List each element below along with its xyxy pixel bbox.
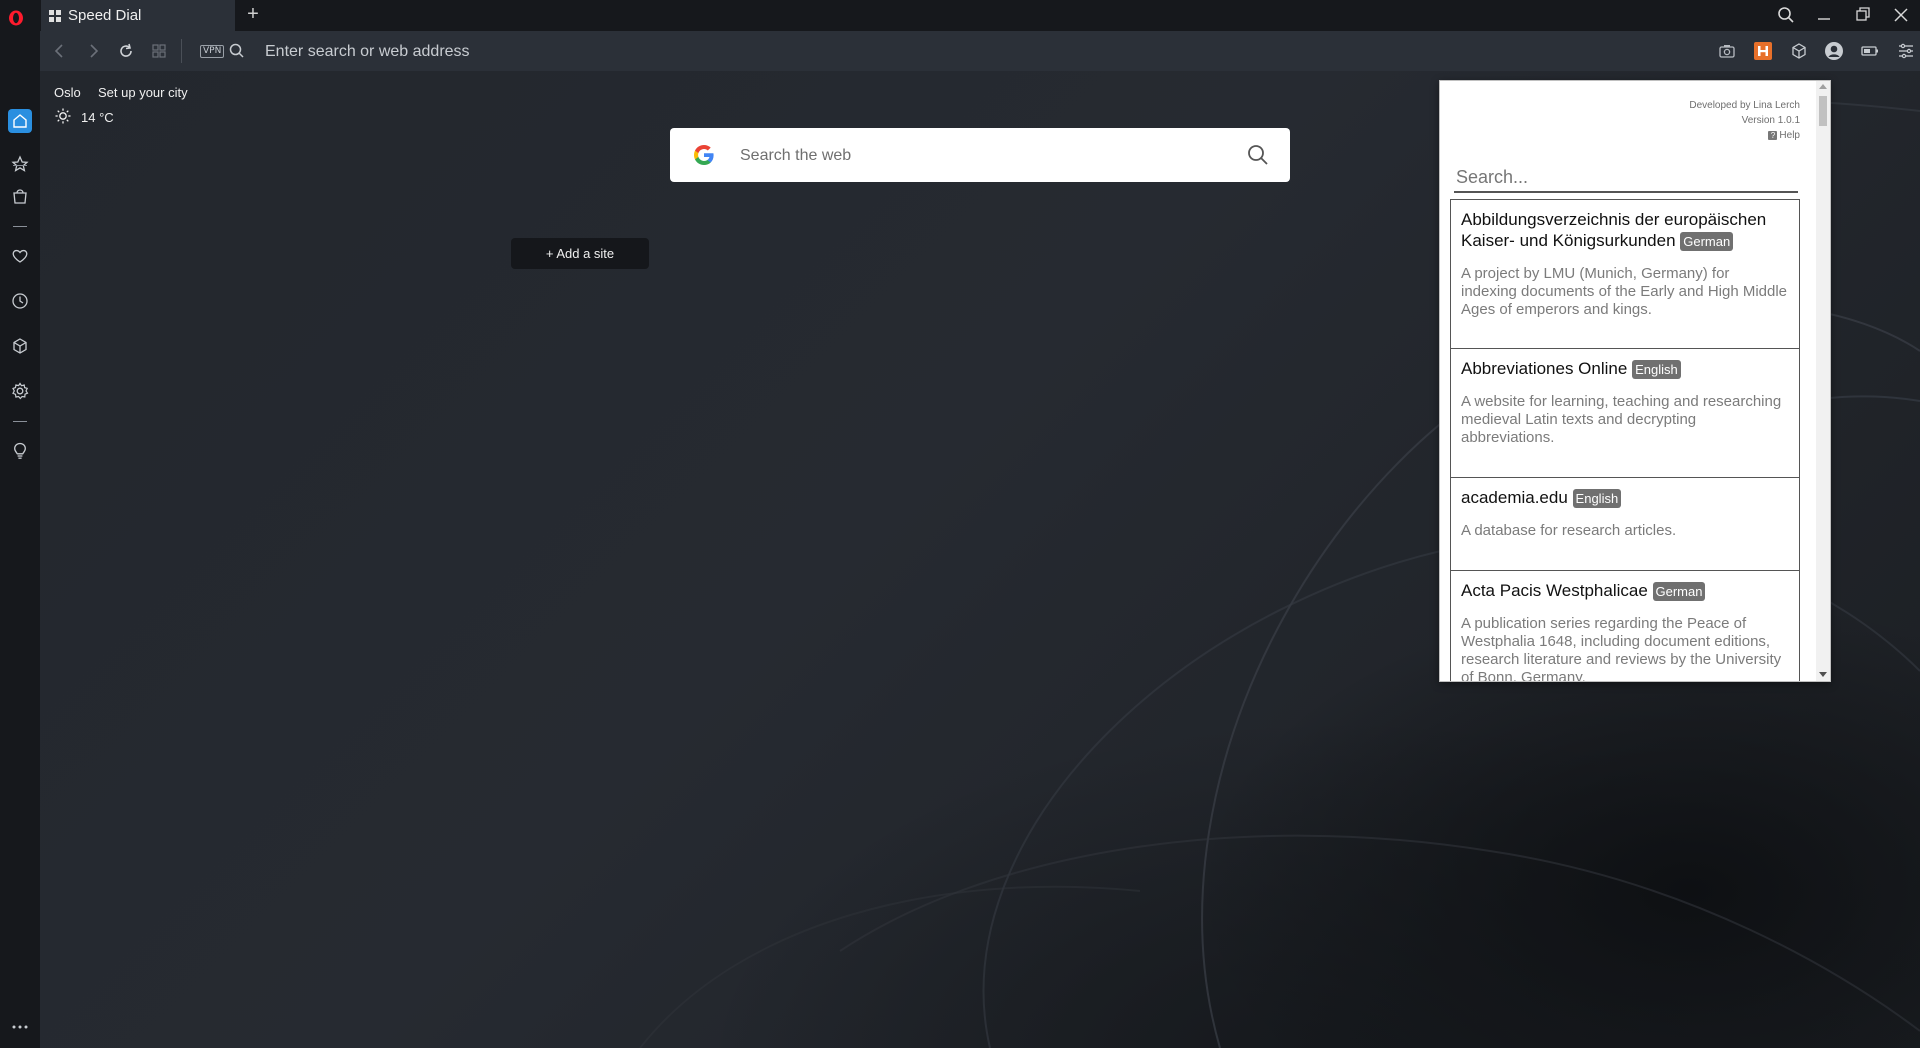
history-icon[interactable]	[10, 291, 30, 311]
search-icon[interactable]	[1246, 143, 1270, 167]
tab-search-icon[interactable]	[1776, 5, 1796, 25]
weather-city[interactable]: Oslo	[54, 85, 81, 100]
sidebar	[0, 31, 40, 1048]
language-badge: English	[1632, 360, 1681, 380]
camera-snapshot-icon[interactable]	[1717, 41, 1737, 61]
help-link[interactable]: ? Help	[1768, 128, 1800, 143]
restore-icon[interactable]	[1853, 5, 1873, 25]
battery-saver-icon[interactable]	[1860, 41, 1880, 61]
weather-temperature: 14 °C	[81, 110, 114, 125]
profile-avatar-icon[interactable]	[1824, 41, 1844, 61]
back-icon[interactable]	[50, 41, 70, 61]
address-bar: VPN	[40, 31, 1920, 71]
setup-city-link[interactable]: Set up your city	[98, 85, 188, 100]
sidebar-divider	[13, 421, 27, 422]
popup-credits: Developed by Lina Lerch Version 1.0.1 ? …	[1689, 98, 1800, 143]
tab-title: Speed Dial	[68, 7, 142, 24]
address-input[interactable]	[263, 40, 1167, 64]
result-card[interactable]: Acta Pacis Westphalicae German A publica…	[1450, 570, 1800, 682]
reload-icon[interactable]	[116, 41, 136, 61]
result-title: Acta Pacis Westphalicae German	[1461, 580, 1789, 602]
scrollbar-thumb[interactable]	[1819, 96, 1827, 126]
result-description: A database for research articles.	[1461, 522, 1677, 540]
close-window-icon[interactable]	[1891, 5, 1911, 25]
speed-dial-grid-icon	[49, 9, 61, 22]
more-options-icon[interactable]	[10, 1017, 30, 1037]
web-search-box[interactable]	[670, 128, 1290, 182]
lightbulb-icon[interactable]	[10, 441, 30, 461]
tab-speed-dial[interactable]: Speed Dial	[41, 0, 235, 31]
settings-icon[interactable]	[10, 381, 30, 401]
result-title: academia.edu English	[1461, 487, 1789, 509]
result-title: Abbreviationes Online English	[1461, 358, 1789, 380]
google-logo-icon	[694, 145, 714, 165]
developer-credit: Developed by Lina Lerch	[1689, 100, 1800, 111]
result-description: A website for learning, teaching and res…	[1461, 393, 1782, 447]
home-icon[interactable]	[10, 111, 30, 131]
popup-search-input[interactable]	[1454, 163, 1798, 193]
scroll-down-arrow-icon[interactable]	[1819, 672, 1827, 677]
result-title: Abbildungsverzeichnis der europäischen K…	[1461, 210, 1767, 252]
vpn-badge[interactable]: VPN	[200, 45, 225, 58]
extensions-cube-icon[interactable]	[1789, 41, 1809, 61]
result-description: A project by LMU (Munich, Germany) for i…	[1461, 265, 1788, 319]
result-card[interactable]: Abbreviationes Online English A website …	[1450, 348, 1800, 478]
toolbar-divider	[181, 39, 182, 63]
sidebar-divider	[13, 226, 27, 227]
web-search-input[interactable]	[738, 143, 1212, 169]
help-icon: ?	[1768, 131, 1778, 140]
language-badge: German	[1652, 582, 1706, 602]
sun-weather-icon	[55, 108, 71, 124]
tab-bar: Speed Dial +	[0, 0, 1920, 31]
address-search-icon	[229, 43, 244, 58]
result-description: A publication series regarding the Peace…	[1461, 615, 1782, 682]
popup-scrollbar[interactable]	[1816, 81, 1830, 681]
result-card[interactable]: academia.edu English A database for rese…	[1450, 477, 1800, 571]
version-label: Version 1.0.1	[1741, 115, 1800, 126]
extensions-icon[interactable]	[10, 336, 30, 356]
results-list: Abbildungsverzeichnis der europäischen K…	[1450, 199, 1800, 682]
language-badge: English	[1572, 489, 1622, 509]
minimize-icon[interactable]	[1814, 5, 1834, 25]
new-tab-button[interactable]: +	[243, 4, 263, 24]
star-icon[interactable]	[10, 154, 30, 174]
sidebar-divider	[13, 165, 27, 166]
tab-snapshot-grid-icon[interactable]	[149, 41, 169, 61]
forward-icon[interactable]	[83, 41, 103, 61]
help-label: Help	[1779, 130, 1800, 141]
history-extension-icon[interactable]	[1753, 41, 1773, 61]
language-badge: German	[1680, 232, 1734, 252]
add-site-button[interactable]: + Add a site	[511, 238, 649, 269]
extension-popup: Developed by Lina Lerch Version 1.0.1 ? …	[1439, 80, 1831, 682]
easy-setup-icon[interactable]	[1896, 41, 1916, 61]
scroll-up-arrow-icon[interactable]	[1819, 84, 1827, 89]
heart-icon[interactable]	[10, 246, 30, 266]
result-card[interactable]: Abbildungsverzeichnis der europäischen K…	[1450, 199, 1800, 349]
shopping-bag-icon[interactable]	[10, 186, 30, 206]
opera-logo-icon[interactable]	[8, 10, 24, 26]
